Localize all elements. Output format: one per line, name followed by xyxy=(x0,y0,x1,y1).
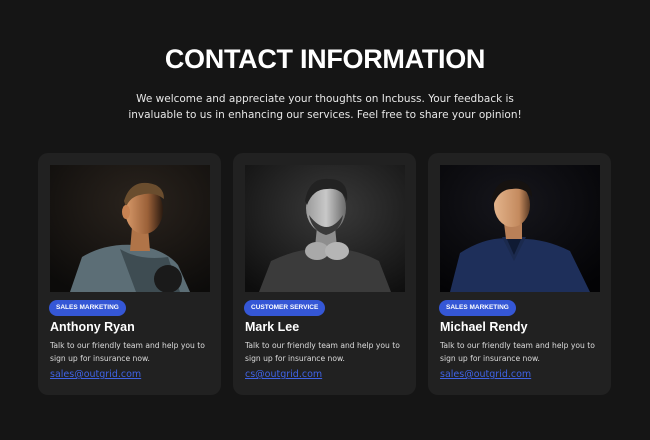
contact-email-link[interactable]: sales@outgrid.com xyxy=(50,369,141,380)
contact-card-michael-rendy: SALES MARKETING Michael Rendy Talk to ou… xyxy=(428,153,611,395)
contact-description: Talk to our friendly team and help you t… xyxy=(440,341,595,363)
department-badge: CUSTOMER SERVICE xyxy=(244,300,326,316)
contact-name: Mark Lee xyxy=(245,320,300,334)
page-subtitle: We welcome and appreciate your thoughts … xyxy=(128,93,522,121)
portrait-photo xyxy=(440,165,600,292)
portrait-michael-rendy-image xyxy=(440,165,600,292)
department-badge: SALES MARKETING xyxy=(49,300,126,316)
portrait-photo xyxy=(50,165,210,292)
contact-description: Talk to our friendly team and help you t… xyxy=(50,341,205,363)
department-badge: SALES MARKETING xyxy=(439,300,516,316)
contact-name: Michael Rendy xyxy=(440,320,528,334)
contact-section: CONTACT INFORMATION We welcome and appre… xyxy=(0,0,650,440)
page-title: CONTACT INFORMATION xyxy=(164,44,486,74)
contact-email-link[interactable]: cs@outgrid.com xyxy=(245,369,322,380)
contact-description: Talk to our friendly team and help you t… xyxy=(245,341,400,363)
contact-card-anthony-ryan: SALES MARKETING Anthony Ryan Talk to our… xyxy=(38,153,221,395)
contact-cards: SALES MARKETING Anthony Ryan Talk to our… xyxy=(38,153,612,395)
portrait-mark-lee-image xyxy=(245,165,405,292)
portrait-anthony-ryan-image xyxy=(50,165,210,292)
contact-email-link[interactable]: sales@outgrid.com xyxy=(440,369,531,380)
contact-name: Anthony Ryan xyxy=(50,320,135,334)
portrait-photo xyxy=(245,165,405,292)
contact-card-mark-lee: CUSTOMER SERVICE Mark Lee Talk to our fr… xyxy=(233,153,416,395)
